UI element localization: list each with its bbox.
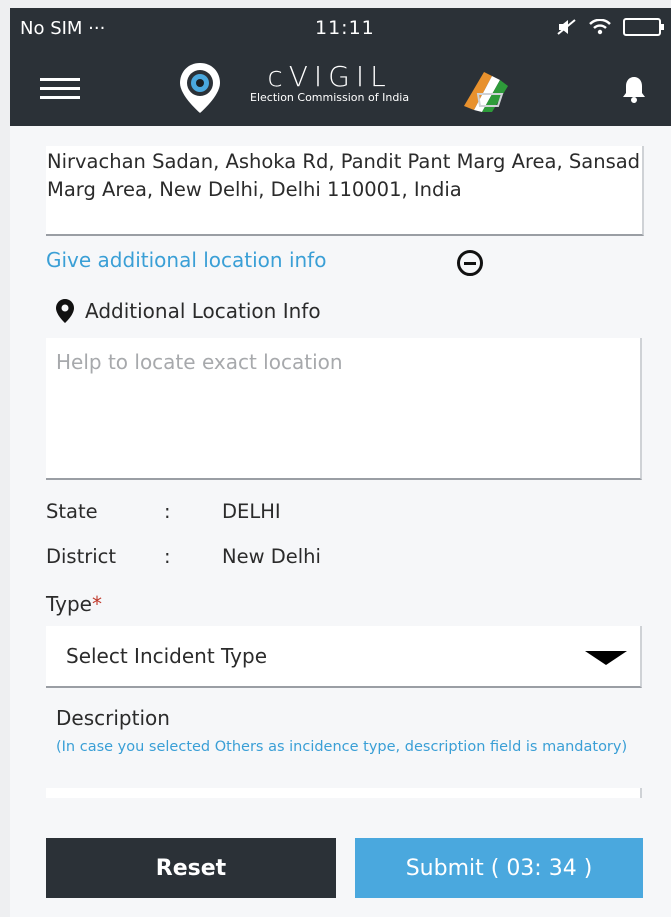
required-mark: *	[91, 592, 102, 616]
district-key: District	[46, 545, 117, 568]
app-screen: No SIM ··· 11:11 cVIGIL Election Commiss…	[10, 8, 671, 917]
district-value: New Delhi	[222, 545, 321, 568]
description-input[interactable]	[46, 788, 642, 798]
reset-button[interactable]: Reset	[46, 838, 336, 898]
submit-button[interactable]: Submit ( 03: 34 )	[355, 838, 643, 898]
state-separator: :	[164, 500, 171, 523]
incident-type-select[interactable]: Select Incident Type	[46, 626, 642, 688]
status-bar: No SIM ··· 11:11	[10, 8, 671, 48]
type-label: Type*	[46, 592, 102, 616]
additional-location-link[interactable]: Give additional location info	[46, 248, 326, 272]
state-value: DELHI	[222, 500, 281, 523]
voting-hand-icon	[464, 72, 508, 112]
dropdown-arrow-icon	[585, 651, 627, 665]
state-key: State	[46, 500, 98, 523]
carrier-label: No SIM ···	[20, 18, 106, 39]
menu-icon[interactable]	[40, 78, 80, 102]
district-row: District: New Delhi	[46, 545, 321, 568]
clock: 11:11	[315, 17, 375, 39]
description-hint: (In case you selected Others as incidenc…	[56, 739, 628, 755]
additional-location-label-row: Additional Location Info	[55, 298, 321, 324]
app-title: cVIGIL	[267, 60, 392, 93]
app-bar: cVIGIL Election Commission of India	[10, 48, 671, 126]
additional-location-label: Additional Location Info	[85, 299, 321, 323]
map-pin-icon	[56, 299, 74, 323]
status-icons	[557, 18, 664, 36]
state-row: State: DELHI	[46, 500, 281, 523]
address-field[interactable]: Nirvachan Sadan, Ashoka Rd, Pandit Pant …	[46, 146, 644, 236]
additional-location-placeholder: Help to locate exact location	[56, 350, 343, 374]
additional-location-input[interactable]: Help to locate exact location	[46, 338, 642, 480]
location-eye-icon	[180, 63, 220, 113]
incident-type-value: Select Incident Type	[66, 644, 267, 668]
app-subtitle: Election Commission of India	[250, 91, 410, 104]
battery-icon	[623, 18, 664, 36]
mute-icon	[557, 19, 576, 35]
wifi-icon	[589, 19, 611, 35]
address-text: Nirvachan Sadan, Ashoka Rd, Pandit Pant …	[47, 150, 641, 201]
type-label-text: Type	[46, 592, 92, 616]
minus-circle-icon[interactable]	[457, 250, 483, 276]
district-separator: :	[164, 545, 171, 568]
bell-icon[interactable]	[622, 75, 646, 103]
brand: cVIGIL Election Commission of India	[250, 60, 409, 104]
description-label: Description	[56, 706, 170, 730]
